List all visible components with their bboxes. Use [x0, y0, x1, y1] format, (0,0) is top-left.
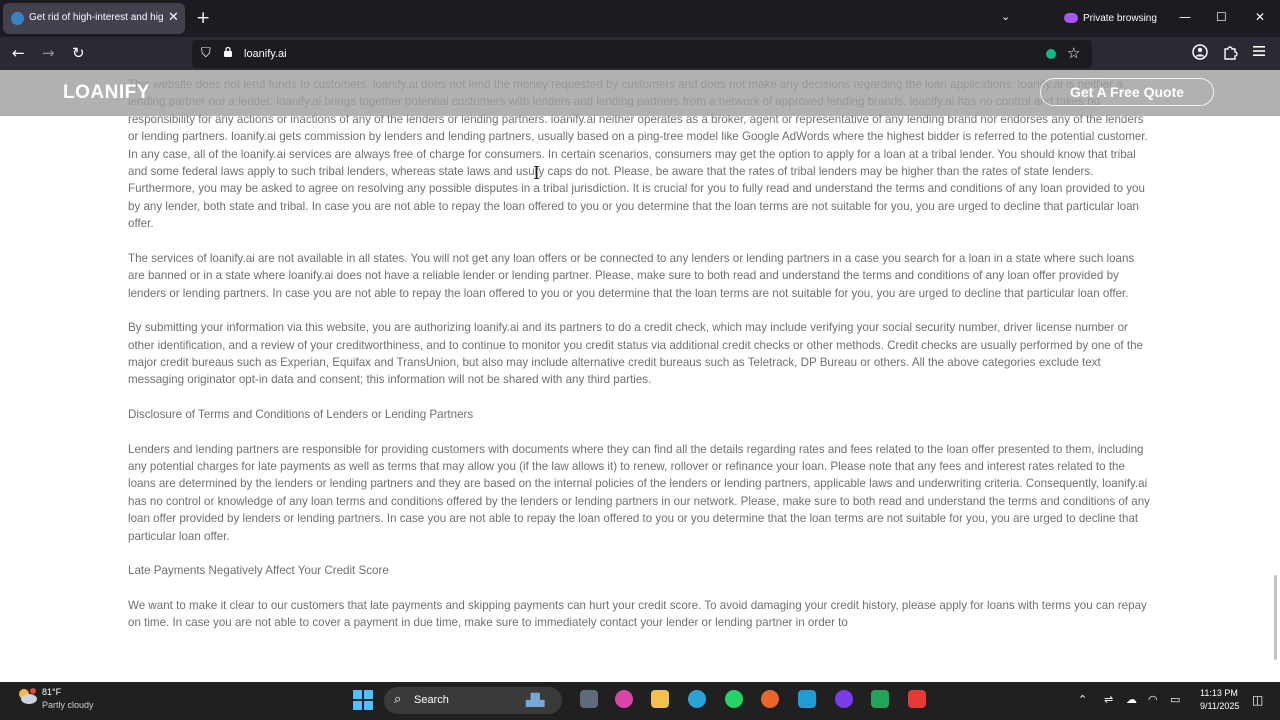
site-favicon-icon	[11, 12, 24, 25]
file-explorer-icon[interactable]	[651, 690, 669, 708]
section-heading-late-payments: Late Payments Negatively Affect Your Cre…	[128, 564, 389, 578]
lock-icon[interactable]	[223, 46, 233, 61]
camtasia-green-icon[interactable]	[871, 690, 889, 708]
private-mask-icon	[1064, 13, 1078, 23]
notification-bell-icon[interactable]: ◫	[1252, 693, 1263, 707]
disclaimer-content: This website does not lend funds to cust…	[128, 76, 1154, 649]
url-text[interactable]: loanify.ai	[244, 47, 287, 61]
tray-chevron-up-icon[interactable]: ⌃	[1078, 693, 1087, 706]
copilot-icon[interactable]	[615, 690, 633, 708]
weather-description[interactable]: Partly cloudy	[42, 700, 94, 711]
extension-icon[interactable]	[1046, 49, 1056, 59]
whatsapp-icon[interactable]	[725, 690, 743, 708]
credit-check-paragraph: By submitting your information via this …	[128, 321, 1143, 387]
extensions-puzzle-icon[interactable]	[1222, 44, 1238, 63]
forward-icon[interactable]: →	[42, 45, 55, 61]
skype-icon[interactable]	[798, 690, 816, 708]
menu-icon[interactable]	[1252, 44, 1266, 61]
url-bar[interactable]: ⛉ loanify.ai ☆	[192, 40, 1092, 68]
close-tab-icon[interactable]: ✕	[168, 10, 179, 25]
reload-icon[interactable]: ↻	[72, 45, 85, 61]
tray-battery-icon[interactable]: ▭	[1170, 693, 1180, 706]
nav-bar: ← → ↻ ⛉ loanify.ai ☆	[0, 37, 1280, 70]
tab-bar: Get rid of high-interest and hig ✕ + ⌄ P…	[0, 0, 1280, 37]
list-all-tabs-icon[interactable]: ⌄	[1001, 10, 1010, 23]
search-icon: ⌕	[394, 692, 402, 707]
clock-date[interactable]: 9/11/2025	[1200, 701, 1239, 712]
new-tab-icon[interactable]: +	[196, 8, 210, 28]
tab-loanify[interactable]: Get rid of high-interest and hig ✕	[3, 3, 185, 34]
back-icon[interactable]: ←	[12, 45, 25, 61]
terms-paragraph: Lenders and lending partners are respons…	[128, 442, 1150, 543]
weather-cloud-icon[interactable]	[16, 687, 38, 705]
late-payments-paragraph: We want to make it clear to our customer…	[128, 598, 1147, 630]
taskbar-search-box[interactable]: ⌕ Search ▟▙	[384, 687, 562, 714]
bookmark-star-icon[interactable]: ☆	[1067, 44, 1080, 62]
text-cursor-icon: I	[533, 163, 541, 184]
tray-network-icon[interactable]: ⇌	[1104, 693, 1113, 706]
windows-start-icon[interactable]	[353, 690, 373, 710]
tray-cloud-icon[interactable]: ☁	[1126, 693, 1137, 706]
firefox-private-icon[interactable]	[835, 690, 853, 708]
taskbar: 81°F Partly cloudy ⌕ Search ▟▙ ⌃ ⇌ ☁ ◠ ▭…	[0, 682, 1280, 720]
recorder-red-icon[interactable]	[908, 690, 926, 708]
tray-wifi-icon[interactable]: ◠	[1148, 693, 1158, 706]
maximize-icon[interactable]: ☐	[1216, 10, 1227, 24]
close-window-icon[interactable]: ✕	[1255, 10, 1265, 24]
site-logo[interactable]: LOANIFY	[63, 82, 150, 104]
search-label: Search	[414, 694, 449, 706]
firefox-icon[interactable]	[761, 690, 779, 708]
minimize-icon[interactable]: —	[1179, 10, 1191, 24]
section-heading-terms: Disclosure of Terms and Conditions of Le…	[128, 408, 474, 422]
page-scrollbar[interactable]	[1274, 575, 1277, 660]
page-viewport: This website does not lend funds to cust…	[0, 70, 1280, 682]
site-header: LOANIFY Get A Free Quote	[0, 70, 1280, 116]
tab-title: Get rid of high-interest and hig	[29, 12, 164, 23]
weather-temperature[interactable]: 81°F	[42, 687, 61, 698]
clock-time[interactable]: 11:13 PM	[1200, 688, 1238, 699]
get-free-quote-button[interactable]: Get A Free Quote	[1040, 78, 1214, 106]
availability-paragraph: The services of loanify.ai are not avail…	[128, 251, 1135, 300]
account-icon[interactable]	[1192, 44, 1208, 63]
task-view-icon[interactable]	[580, 690, 598, 708]
tracking-shield-icon[interactable]: ⛉	[201, 46, 211, 61]
private-browsing-label: Private browsing	[1083, 13, 1157, 24]
telegram-icon[interactable]	[688, 690, 706, 708]
search-highlight-icon: ▟▙	[526, 693, 545, 707]
